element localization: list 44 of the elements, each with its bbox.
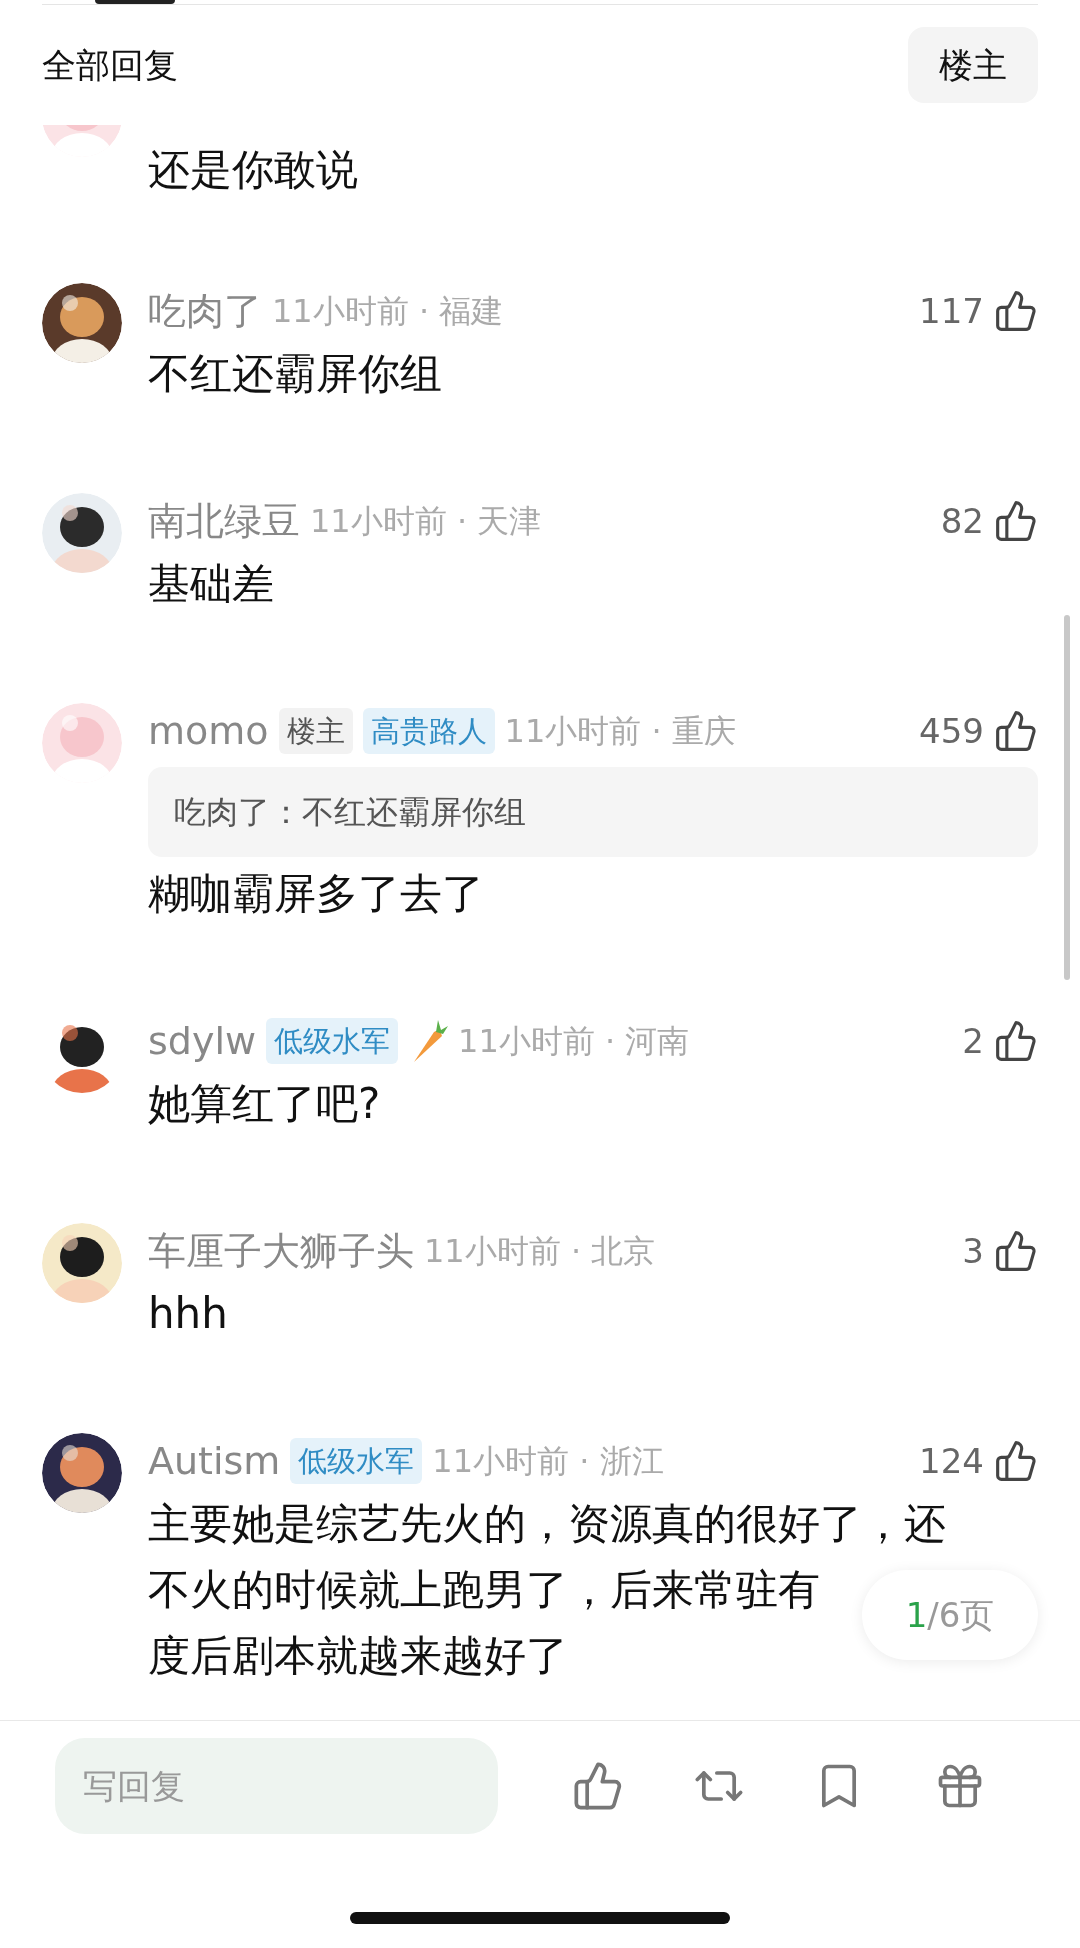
comment-meta: 11小时前 · 福建 — [272, 291, 504, 332]
like-count: 124 — [919, 1439, 984, 1483]
comment-text-line: 度后剧本就越来越好了 — [148, 1633, 568, 1679]
like-count: 3 — [962, 1229, 984, 1273]
like-icon[interactable] — [994, 289, 1038, 333]
like-count: 117 — [919, 289, 984, 333]
username[interactable]: 吃肉了 — [148, 282, 262, 340]
comment-text: 不红还霸屏你组 — [148, 351, 442, 397]
username[interactable]: 车厘子大狮子头 — [148, 1222, 414, 1280]
username[interactable]: Autism — [148, 1432, 281, 1490]
like-icon[interactable] — [994, 1019, 1038, 1063]
username[interactable]: momo — [148, 702, 269, 760]
comment-meta: 11小时前 · 浙江 — [432, 1441, 664, 1482]
comment-meta: 11小时前 · 河南 — [458, 1021, 690, 1062]
comment-text: hhh — [148, 1291, 228, 1337]
like-icon[interactable] — [994, 1229, 1038, 1273]
title-tag: 低级水军 — [266, 1018, 399, 1064]
comment-text-line: 不火的时候就上跑男了，后来常驻有 — [148, 1567, 820, 1613]
comment-meta: 11小时前 · 重庆 — [504, 711, 736, 752]
author-tag: 楼主 — [278, 708, 353, 754]
username[interactable]: 南北绿豆 — [148, 492, 300, 550]
reply-field[interactable]: 写回复 — [55, 1738, 498, 1834]
current-page: 1 — [905, 1593, 928, 1637]
username[interactable]: sdylw — [148, 1012, 257, 1070]
like-icon[interactable] — [994, 499, 1038, 543]
like-icon[interactable] — [994, 1439, 1038, 1483]
like-count: 459 — [919, 709, 984, 753]
comment-text: 糊咖霸屏多了去了 — [148, 871, 484, 917]
like-count: 82 — [940, 499, 984, 543]
comment-text: 她算红了吧? — [148, 1081, 381, 1127]
quoted-reply: 吃肉了：不红还霸屏你组 — [148, 767, 1038, 857]
comment-text: 还是你敢说 — [148, 144, 358, 196]
title-tag: 高贵路人 — [362, 708, 495, 754]
page-indicator[interactable]: 1/6页 — [862, 1570, 1038, 1660]
like-icon[interactable] — [994, 709, 1038, 753]
comment-text: 基础差 — [148, 561, 274, 607]
title-tag: 低级水军 — [290, 1438, 423, 1484]
author-filter-button[interactable]: 楼主 — [908, 27, 1038, 103]
comment-meta: 11小时前 · 北京 — [424, 1231, 656, 1272]
page-total: /6页 — [927, 1593, 995, 1637]
section-title: 全部回复 — [42, 43, 178, 87]
like-count: 2 — [962, 1019, 984, 1063]
comment-meta: 11小时前 · 天津 — [310, 501, 542, 542]
comment-text-line: 主要她是综艺先火的，资源真的很好了，还 — [148, 1501, 946, 1547]
